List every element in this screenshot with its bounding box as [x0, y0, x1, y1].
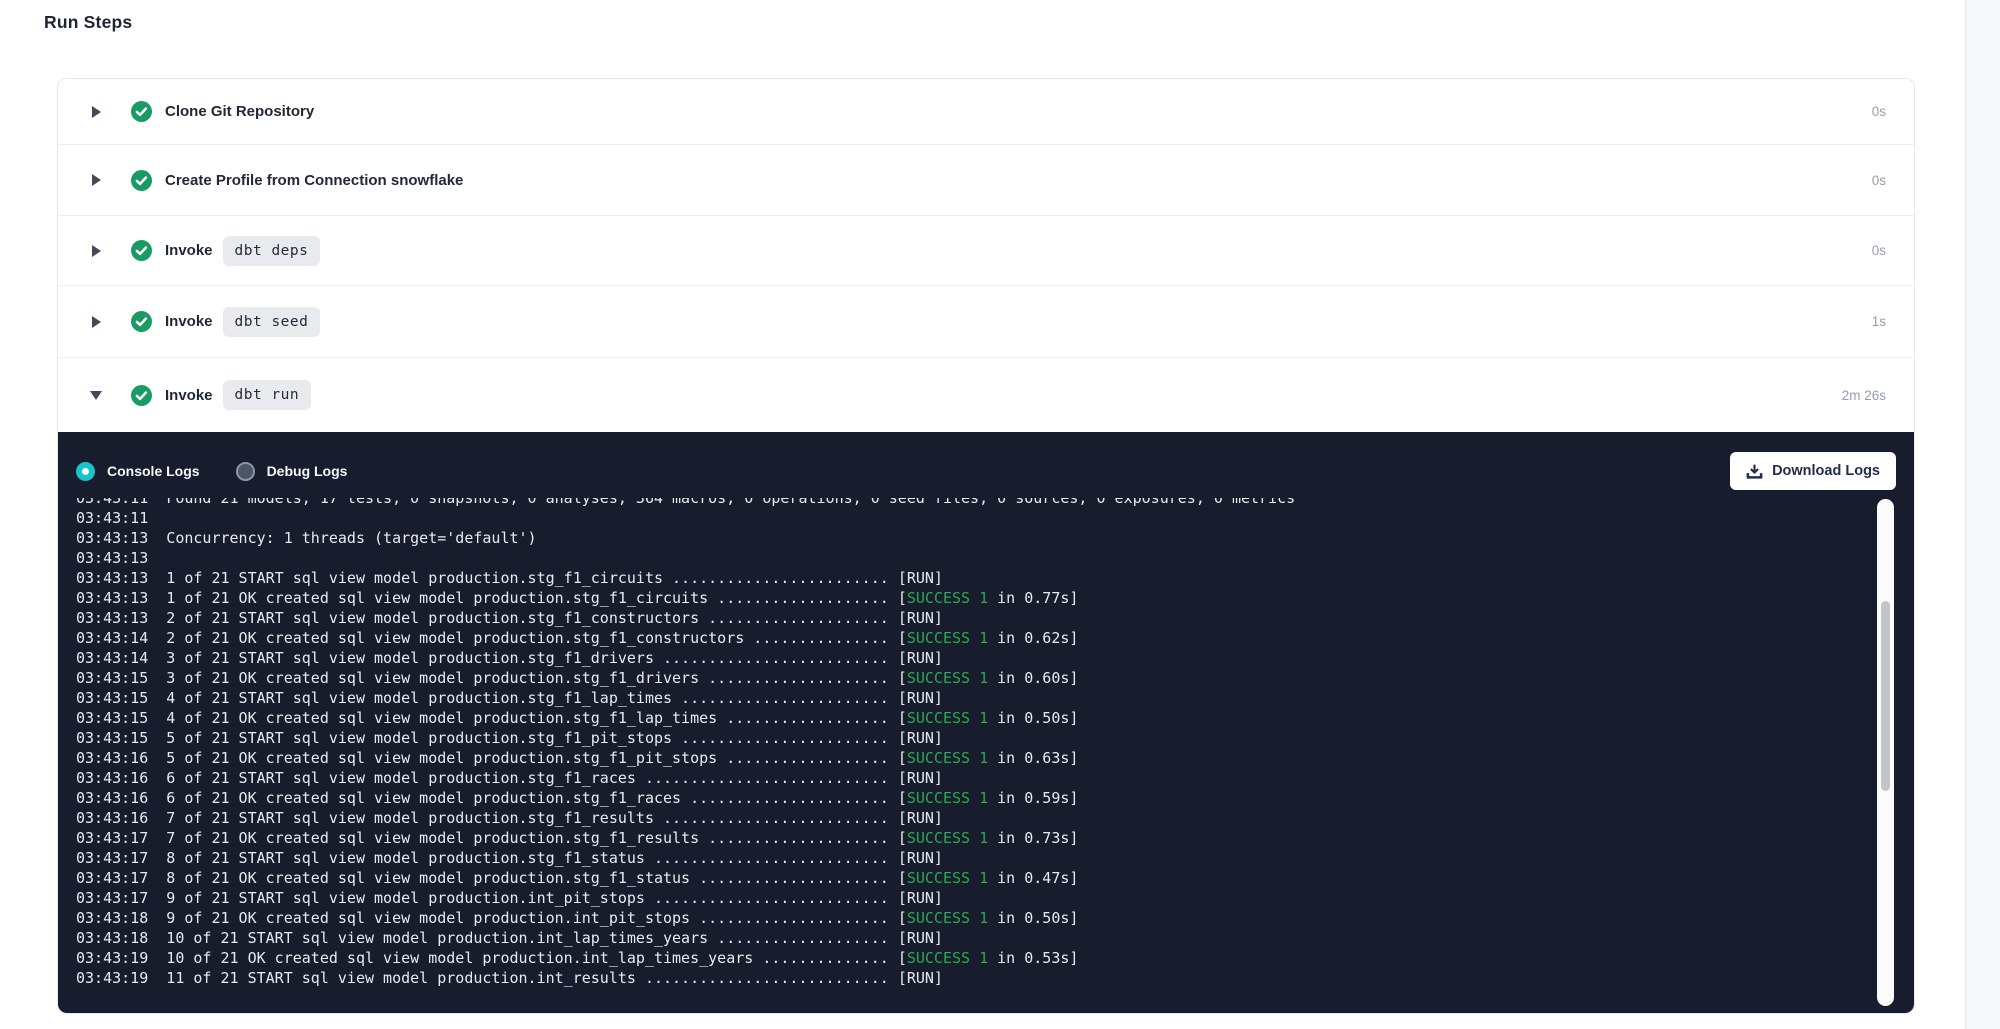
log-success-status: SUCCESS 1: [907, 669, 988, 687]
log-line: 03:43:17 8 of 21 OK created sql view mod…: [76, 868, 1874, 888]
success-check-icon: [131, 170, 152, 191]
step-command-badge: dbt seed: [223, 307, 321, 337]
log-line: 03:43:17 8 of 21 START sql view model pr…: [76, 848, 1874, 868]
log-line: 03:43:16 6 of 21 OK created sql view mod…: [76, 788, 1874, 808]
step-row[interactable]: Invoke dbt deps 0s: [58, 216, 1914, 286]
log-line: 03:43:11 Found 21 models, 17 tests, 0 sn…: [76, 498, 1874, 508]
debug-logs-radio[interactable]: Debug Logs: [236, 462, 348, 481]
step-command-badge: dbt run: [223, 380, 312, 410]
log-line: 03:43:15 4 of 21 OK created sql view mod…: [76, 708, 1874, 728]
log-line: 03:43:16 5 of 21 OK created sql view mod…: [76, 748, 1874, 768]
success-check-icon: [131, 240, 152, 261]
radio-label: Console Logs: [107, 463, 200, 479]
radio-selected-icon[interactable]: [76, 462, 95, 481]
log-scrollbar-thumb[interactable]: [1881, 601, 1890, 791]
log-line: 03:43:11: [76, 508, 1874, 528]
log-line: 03:43:14 3 of 21 START sql view model pr…: [76, 648, 1874, 668]
step-label: Invoke: [165, 387, 213, 404]
right-gutter: [1965, 0, 2000, 1029]
log-line: 03:43:16 6 of 21 START sql view model pr…: [76, 768, 1874, 788]
step-label: Invoke: [165, 313, 213, 330]
success-check-icon: [131, 385, 152, 406]
log-success-status: SUCCESS 1: [907, 709, 988, 727]
disclosure-triangle-icon[interactable]: [88, 106, 104, 118]
download-icon: [1746, 463, 1763, 480]
log-line: 03:43:13 1 of 21 START sql view model pr…: [76, 568, 1874, 588]
log-success-status: SUCCESS 1: [907, 749, 988, 767]
download-logs-button[interactable]: Download Logs: [1730, 452, 1896, 490]
log-line: 03:43:16 7 of 21 START sql view model pr…: [76, 808, 1874, 828]
step-duration: 0s: [1872, 104, 1914, 119]
disclosure-triangle-icon[interactable]: [88, 391, 104, 400]
step-row[interactable]: Invoke dbt run 2m 26s: [58, 358, 1914, 432]
log-success-status: SUCCESS 1: [907, 629, 988, 647]
log-line: 03:43:14 2 of 21 OK created sql view mod…: [76, 628, 1874, 648]
log-panel-header: Console Logs Debug Logs Download Logs: [76, 450, 1896, 492]
radio-unselected-icon[interactable]: [236, 462, 255, 481]
log-line: 03:43:18 10 of 21 START sql view model p…: [76, 928, 1874, 948]
log-line: 03:43:15 4 of 21 START sql view model pr…: [76, 688, 1874, 708]
step-duration: 1s: [1872, 314, 1914, 329]
log-type-radio-group: Console Logs Debug Logs: [76, 462, 347, 481]
log-content: 03:43:11 Found 21 models, 17 tests, 0 sn…: [76, 498, 1874, 988]
log-line: 03:43:15 5 of 21 START sql view model pr…: [76, 728, 1874, 748]
log-line: 03:43:13: [76, 548, 1874, 568]
step-label: Invoke: [165, 242, 213, 259]
log-panel: Console Logs Debug Logs Download Logs 03:…: [58, 432, 1914, 1014]
success-check-icon: [131, 101, 152, 122]
step-row[interactable]: Create Profile from Connection snowflake…: [58, 145, 1914, 216]
log-line: 03:43:19 10 of 21 OK created sql view mo…: [76, 948, 1874, 968]
disclosure-triangle-icon[interactable]: [88, 316, 104, 328]
log-line: 03:43:17 7 of 21 OK created sql view mod…: [76, 828, 1874, 848]
run-steps-card: Clone Git Repository 0s Create Profile f…: [57, 78, 1915, 1014]
console-logs-radio[interactable]: Console Logs: [76, 462, 200, 481]
log-success-status: SUCCESS 1: [907, 949, 988, 967]
step-command-badge: dbt deps: [223, 236, 321, 266]
disclosure-triangle-icon[interactable]: [88, 174, 104, 186]
step-duration: 0s: [1872, 173, 1914, 188]
log-line: 03:43:18 9 of 21 OK created sql view mod…: [76, 908, 1874, 928]
disclosure-triangle-icon[interactable]: [88, 245, 104, 257]
log-line: 03:43:17 9 of 21 START sql view model pr…: [76, 888, 1874, 908]
steps-list: Clone Git Repository 0s Create Profile f…: [58, 79, 1914, 432]
step-duration: 2m 26s: [1842, 388, 1914, 403]
log-line: 03:43:13 Concurrency: 1 threads (target=…: [76, 528, 1874, 548]
step-duration: 0s: [1872, 243, 1914, 258]
log-line: 03:43:13 1 of 21 OK created sql view mod…: [76, 588, 1874, 608]
step-row[interactable]: Clone Git Repository 0s: [58, 79, 1914, 145]
success-check-icon: [131, 311, 152, 332]
download-logs-label: Download Logs: [1772, 463, 1880, 479]
log-success-status: SUCCESS 1: [907, 829, 988, 847]
log-success-status: SUCCESS 1: [907, 909, 988, 927]
step-label: Create Profile from Connection snowflake: [165, 172, 463, 189]
log-line: 03:43:13 2 of 21 START sql view model pr…: [76, 608, 1874, 628]
log-success-status: SUCCESS 1: [907, 789, 988, 807]
log-viewport[interactable]: 03:43:11 Found 21 models, 17 tests, 0 sn…: [76, 498, 1874, 1005]
log-scrollbar-track[interactable]: [1877, 499, 1894, 1006]
log-success-status: SUCCESS 1: [907, 589, 988, 607]
step-label: Clone Git Repository: [165, 103, 314, 120]
log-success-status: SUCCESS 1: [907, 869, 988, 887]
page-title: Run Steps: [44, 12, 132, 33]
radio-label: Debug Logs: [267, 463, 348, 479]
step-row[interactable]: Invoke dbt seed 1s: [58, 286, 1914, 358]
log-line: 03:43:19 11 of 21 START sql view model p…: [76, 968, 1874, 988]
log-line: 03:43:15 3 of 21 OK created sql view mod…: [76, 668, 1874, 688]
